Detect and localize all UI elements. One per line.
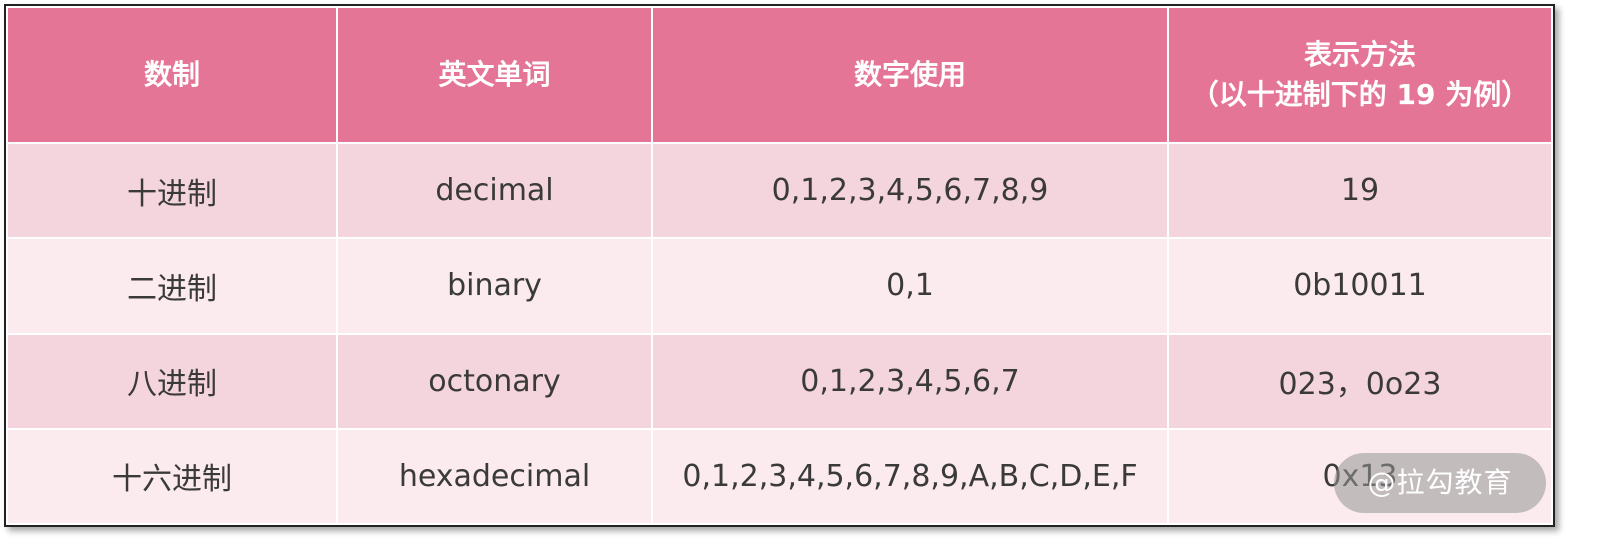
cell-notation: 0b10011 bbox=[1167, 237, 1553, 335]
cell-notation: 023，0o23 bbox=[1167, 332, 1553, 430]
cell-digits: 0,1,2,3,4,5,6,7,8,9 bbox=[651, 141, 1169, 240]
watermark-badge: @拉勾教育 bbox=[1334, 453, 1546, 513]
cell-digits: 0,1 bbox=[651, 237, 1169, 335]
header-row: 数制 英文单词 数字使用 表示方法 （以十进制下的 19 为例） bbox=[6, 6, 1553, 144]
cell-system: 八进制 bbox=[6, 332, 338, 430]
cell-english: decimal bbox=[336, 141, 653, 240]
cell-english: hexadecimal bbox=[336, 427, 653, 525]
header-notation-title: 表示方法 bbox=[1303, 38, 1416, 71]
header-digits: 数字使用 bbox=[651, 6, 1169, 144]
number-system-table: 数制 英文单词 数字使用 表示方法 （以十进制下的 19 为例） 十进制 dec… bbox=[6, 6, 1553, 525]
header-notation-subtitle: （以十进制下的 19 为例） bbox=[1190, 78, 1530, 111]
table-row: 二进制 binary 0,1 0b10011 bbox=[6, 237, 1553, 335]
cell-notation: 19 bbox=[1167, 141, 1553, 240]
cell-system: 十六进制 bbox=[6, 427, 338, 525]
cell-system: 二进制 bbox=[6, 237, 338, 335]
cell-system: 十进制 bbox=[6, 141, 338, 240]
cell-english: binary bbox=[336, 237, 653, 335]
table-row: 八进制 octonary 0,1,2,3,4,5,6,7 023，0o23 bbox=[6, 332, 1553, 430]
header-english: 英文单词 bbox=[336, 6, 653, 144]
table-row: 十六进制 hexadecimal 0,1,2,3,4,5,6,7,8,9,A,B… bbox=[6, 427, 1553, 525]
header-system: 数制 bbox=[6, 6, 338, 144]
header-notation: 表示方法 （以十进制下的 19 为例） bbox=[1167, 6, 1553, 144]
cell-english: octonary bbox=[336, 332, 653, 430]
table-row: 十进制 decimal 0,1,2,3,4,5,6,7,8,9 19 bbox=[6, 141, 1553, 240]
number-system-table-frame: 数制 英文单词 数字使用 表示方法 （以十进制下的 19 为例） 十进制 dec… bbox=[4, 4, 1555, 527]
cell-digits: 0,1,2,3,4,5,6,7,8,9,A,B,C,D,E,F bbox=[651, 427, 1169, 525]
cell-digits: 0,1,2,3,4,5,6,7 bbox=[651, 332, 1169, 430]
